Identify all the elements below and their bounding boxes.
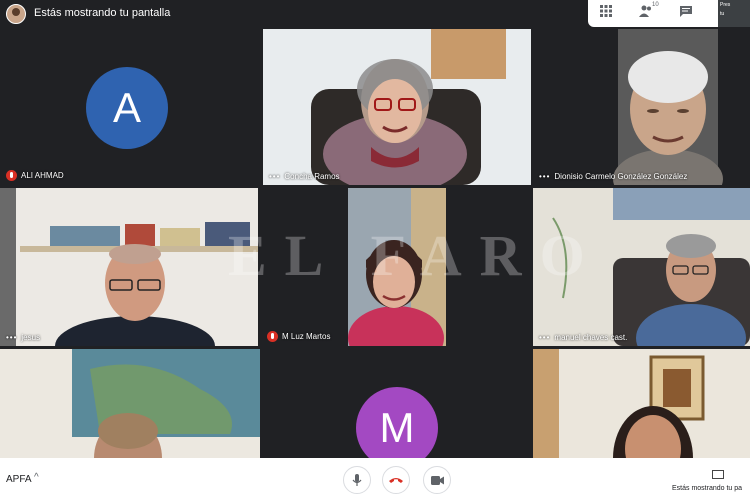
presenting-corner[interactable]: Pres tu bbox=[718, 0, 750, 27]
watermark: EL FARO bbox=[228, 223, 603, 288]
more-icon: ••• bbox=[6, 333, 18, 342]
bottom-bar: APFA ^ Estás mostrando tu pa bbox=[0, 458, 750, 500]
participant-avatar: M bbox=[356, 387, 438, 458]
participant-avatar: A bbox=[86, 67, 168, 149]
participant-name: ALI AHMAD bbox=[21, 171, 64, 180]
participant-tile-jesus[interactable]: ••• jesus bbox=[0, 188, 258, 346]
participant-video bbox=[263, 29, 531, 185]
presenting-label[interactable]: Estás mostrando tu pa bbox=[672, 485, 742, 492]
camera-button[interactable] bbox=[423, 466, 451, 494]
participant-name: Concha Ramos bbox=[284, 172, 340, 181]
camera-icon bbox=[430, 476, 444, 485]
participant-label: ••• manuel chaves cast. bbox=[539, 333, 627, 342]
mic-off-icon bbox=[267, 331, 278, 342]
participant-tile-7[interactable] bbox=[0, 349, 260, 458]
more-icon: ••• bbox=[539, 172, 551, 181]
corner-text: Pres bbox=[720, 2, 731, 8]
participant-name: jesus bbox=[21, 333, 41, 342]
more-icon: ••• bbox=[269, 172, 281, 181]
grid-icon[interactable] bbox=[596, 5, 616, 21]
participant-label: ••• Concha Ramos bbox=[269, 172, 340, 181]
microphone-icon bbox=[352, 474, 362, 486]
corner-text-2: tu bbox=[720, 11, 725, 17]
end-call-button[interactable] bbox=[382, 466, 410, 494]
participant-label: ••• jesus bbox=[6, 333, 40, 342]
participant-name: Dionisio Carmelo González González bbox=[554, 172, 688, 181]
participant-tile-m[interactable]: M bbox=[263, 349, 531, 458]
participant-tile-9[interactable] bbox=[533, 349, 750, 458]
microphone-button[interactable] bbox=[343, 466, 371, 494]
chevron-up-icon[interactable]: ^ bbox=[34, 472, 39, 483]
participants-count: 10 bbox=[652, 2, 659, 8]
participant-label: ••• Dionisio Carmelo González González bbox=[539, 172, 687, 181]
hang-up-icon bbox=[389, 478, 403, 483]
share-status-text: Estás mostrando tu pantalla bbox=[34, 7, 171, 19]
participant-tile-ali[interactable]: A ALI AHMAD bbox=[0, 29, 260, 185]
participant-name: manuel chaves cast. bbox=[554, 333, 628, 342]
chat-icon[interactable] bbox=[676, 5, 696, 21]
meeting-code[interactable]: APFA bbox=[6, 474, 32, 485]
participant-video bbox=[0, 349, 260, 458]
participant-name: M Luz Martos bbox=[282, 332, 331, 341]
participant-video bbox=[0, 188, 258, 346]
participant-tile-dionisio[interactable]: ••• Dionisio Carmelo González González bbox=[533, 29, 750, 185]
present-screen-icon[interactable] bbox=[712, 470, 724, 479]
meeting-toolbar: 10 Pres tu bbox=[588, 0, 750, 27]
participant-label: ALI AHMAD bbox=[6, 170, 64, 181]
participant-label: M Luz Martos bbox=[267, 331, 330, 342]
self-avatar-icon bbox=[6, 4, 26, 24]
participant-video bbox=[613, 29, 723, 185]
participant-video bbox=[533, 349, 750, 458]
participant-tile-concha[interactable]: ••• Concha Ramos bbox=[263, 29, 531, 185]
mic-off-icon bbox=[6, 170, 17, 181]
more-icon: ••• bbox=[539, 333, 551, 342]
